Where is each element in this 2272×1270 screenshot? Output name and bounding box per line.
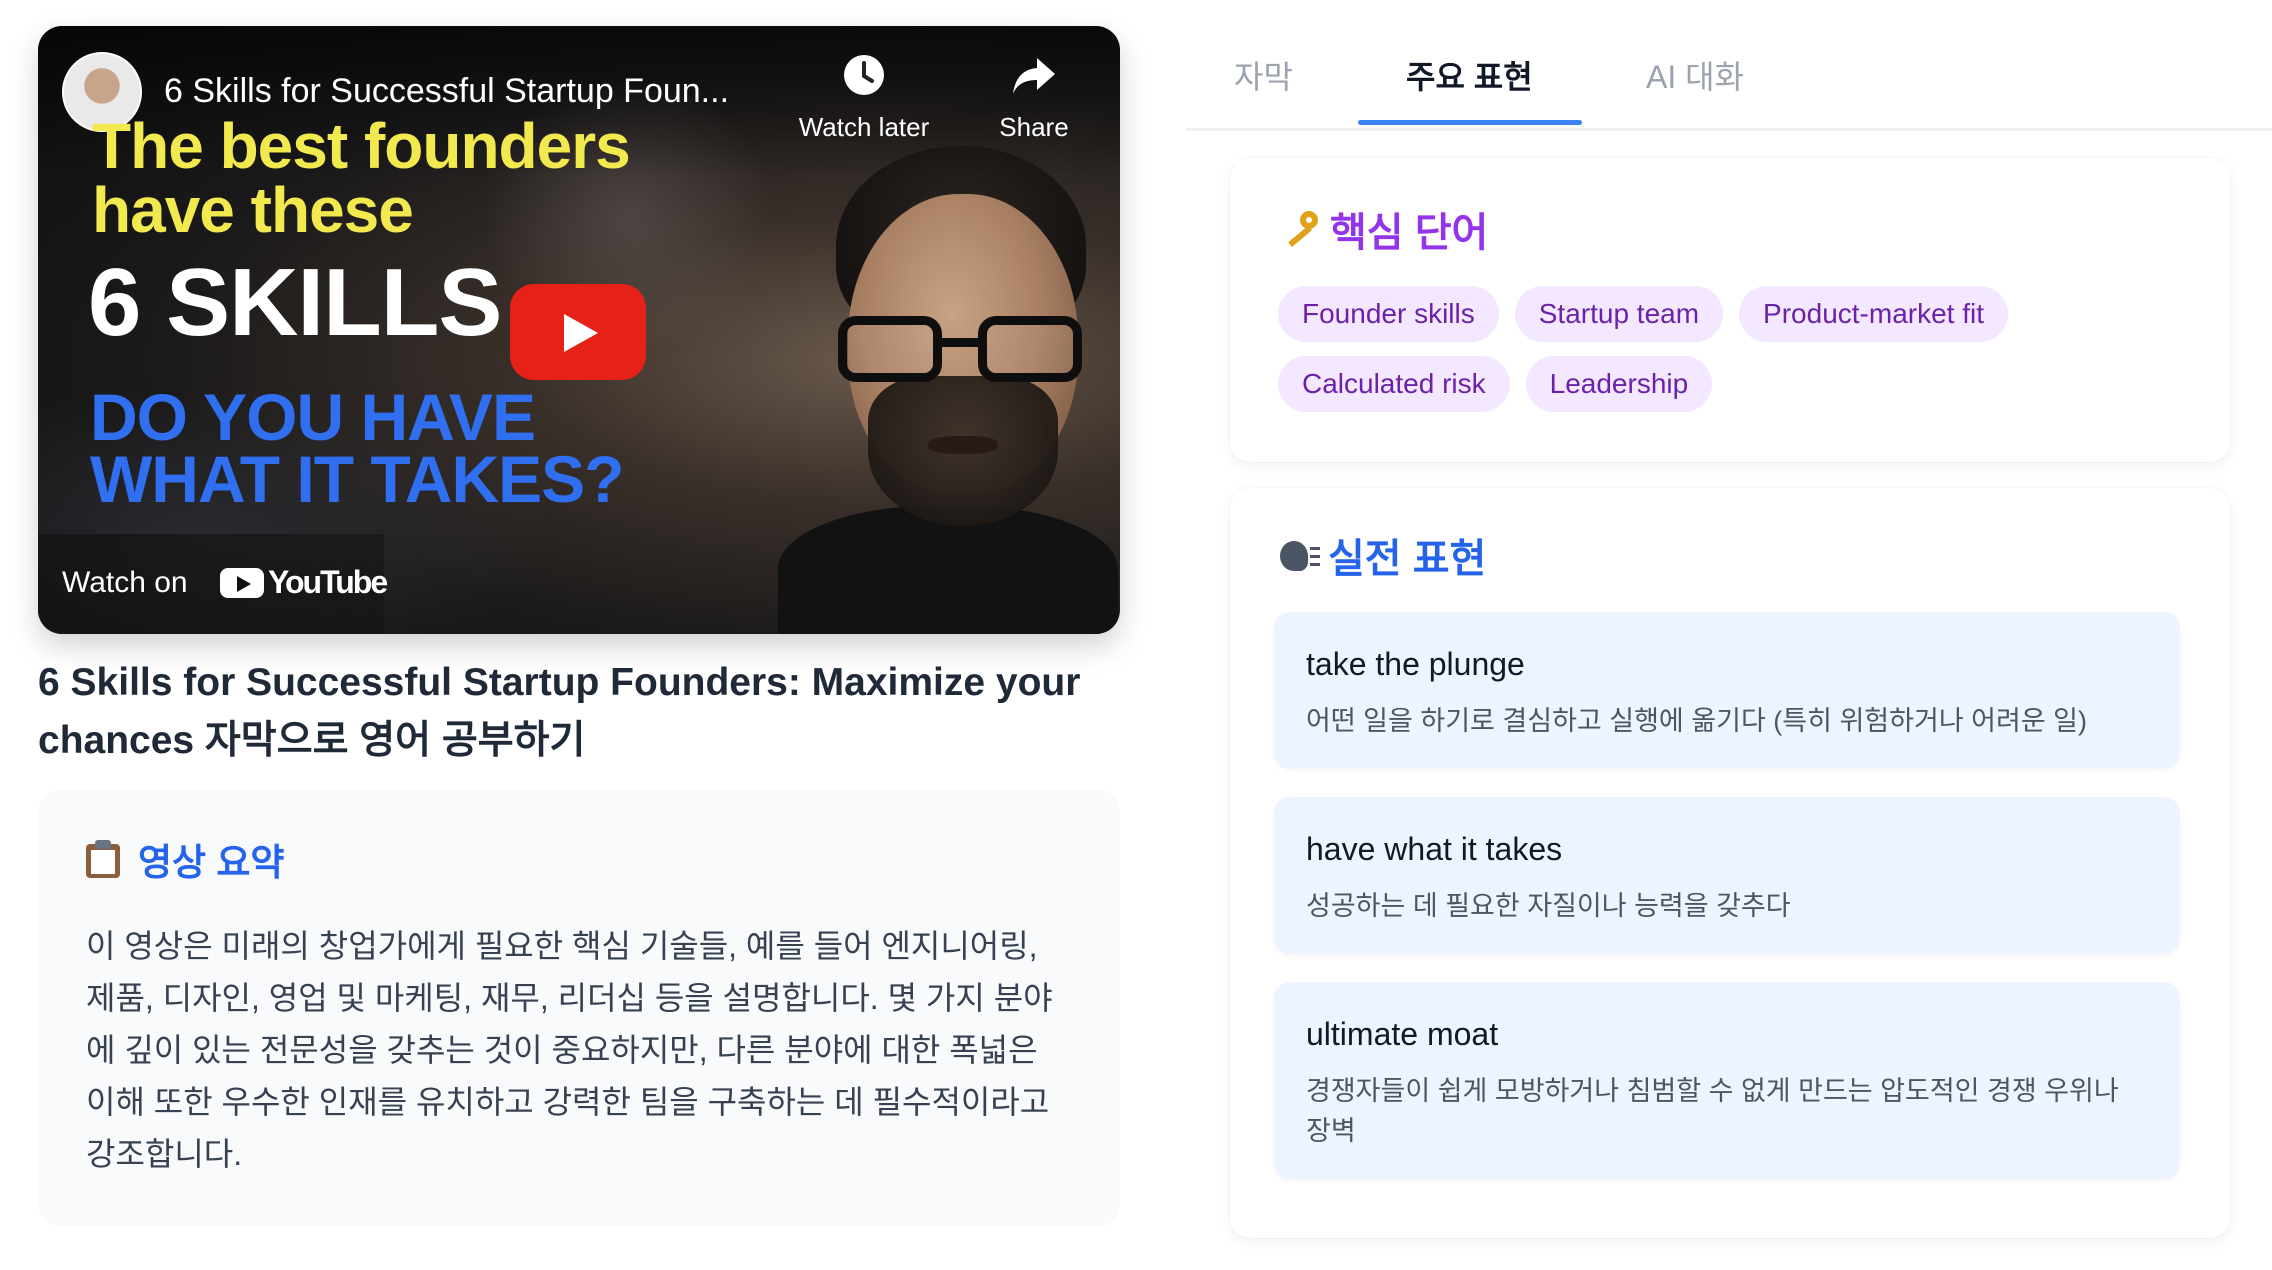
video-player[interactable]: 6 Skills for Successful Startup Foun... … — [38, 26, 1120, 634]
watch-later-button[interactable]: Watch later — [794, 50, 934, 143]
clock-icon — [844, 55, 884, 95]
thumbnail-skills-text: 6 SKILLS — [88, 249, 502, 356]
presenter-image — [778, 146, 1118, 634]
keyword-chips: Founder skills Startup team Product-mark… — [1278, 286, 2178, 412]
expression-item[interactable]: have what it takes 성공하는 데 필요한 자질이나 능력을 갖… — [1274, 797, 2180, 954]
keyword-chip[interactable]: Calculated risk — [1278, 356, 1510, 412]
keyword-chip[interactable]: Startup team — [1514, 286, 1724, 342]
share-arrow-icon — [1013, 58, 1055, 94]
keyword-chip[interactable]: Leadership — [1525, 356, 1713, 412]
expression-meaning: 경쟁자들이 쉽게 모방하거나 침범할 수 없게 만드는 압도적인 경쟁 우위나 … — [1306, 1076, 2119, 1146]
tab-ai-chat[interactable]: AI 대화 — [1646, 52, 1744, 98]
page-title: 6 Skills for Successful Startup Founders… — [38, 661, 1081, 762]
tab-key-expressions[interactable]: 주요 표현 — [1406, 52, 1533, 98]
clipboard-icon — [86, 840, 120, 878]
watch-on-youtube-button[interactable]: Watch on YouTube — [38, 534, 388, 634]
expression-phrase: take the plunge — [1306, 646, 1525, 682]
expression-phrase: have what it takes — [1306, 831, 1563, 867]
expression-item[interactable]: take the plunge 어떤 일을 하기로 결심하고 실행에 옮기다 (… — [1274, 612, 2180, 769]
expressions-card: 실전 표현 take the plunge 어떤 일을 하기로 결심하고 실행에… — [1230, 488, 2230, 1238]
play-button[interactable] — [510, 284, 646, 380]
expressions-heading: 실전 표현 — [1278, 526, 2186, 584]
expression-meaning: 성공하는 데 필요한 자질이나 능력을 갖추다 — [1306, 891, 1791, 921]
thumbnail-headline: The best founders have these — [92, 110, 631, 246]
expression-item[interactable]: ultimate moat 경쟁자들이 쉽게 모방하거나 침범할 수 없게 만드… — [1274, 982, 2180, 1179]
keywords-card: 핵심 단어 Founder skills Startup team Produc… — [1230, 158, 2230, 462]
watch-later-label: Watch later — [798, 112, 930, 142]
share-button[interactable]: Share — [984, 50, 1084, 143]
expression-phrase: ultimate moat — [1306, 1016, 1499, 1052]
summary-text: 이 영상은 미래의 창업가에게 필요한 핵심 기술들, 예를 들어 엔지니어링,… — [86, 928, 1053, 1172]
active-tab-indicator — [1358, 120, 1582, 125]
keyword-chip[interactable]: Product-market fit — [1739, 286, 2008, 342]
summary-heading: 영상 요약 — [86, 832, 1072, 886]
tab-bar: 자막 주요 표현 AI 대화 — [1186, 0, 2272, 131]
expression-meaning: 어떤 일을 하기로 결심하고 실행에 옮기다 (특히 위험하거나 어려운 일) — [1306, 706, 2088, 736]
keywords-heading: 핵심 단어 — [1278, 200, 2182, 258]
speaking-head-icon — [1278, 535, 1320, 575]
watch-on-label: Watch on — [62, 566, 188, 599]
share-label: Share — [999, 112, 1069, 142]
keyword-chip[interactable]: Founder skills — [1278, 286, 1499, 342]
thumbnail-question: DO YOU HAVE WHAT IT TAKES? — [90, 380, 624, 516]
video-title[interactable]: 6 Skills for Successful Startup Foun... — [164, 72, 729, 111]
tab-subtitles[interactable]: 자막 — [1234, 52, 1293, 98]
key-icon — [1278, 209, 1322, 249]
summary-card: 영상 요약 이 영상은 미래의 창업가에게 필요한 핵심 기술들, 예를 들어 … — [38, 790, 1120, 1226]
